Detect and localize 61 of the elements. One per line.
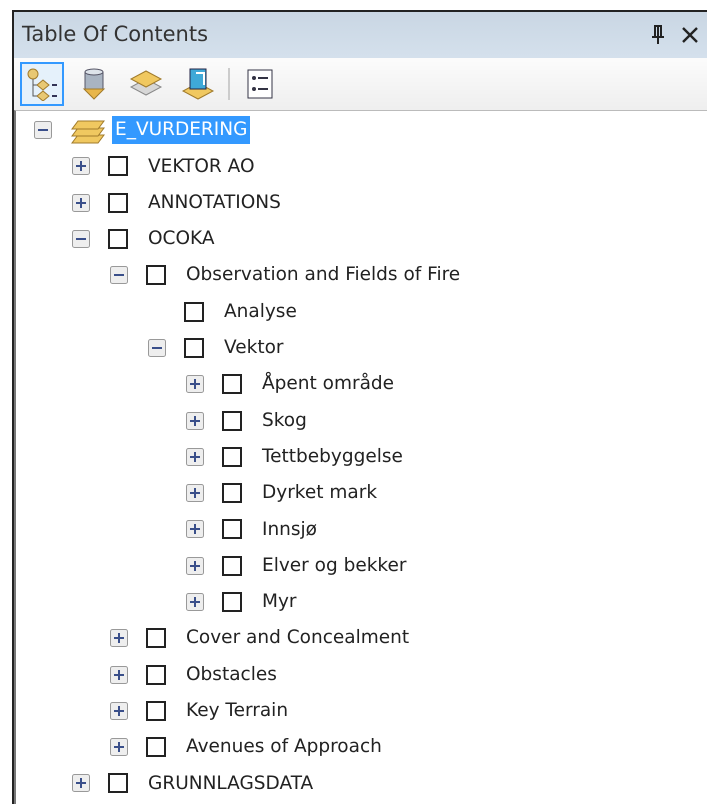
layer-checkbox[interactable] <box>222 374 242 394</box>
layer-checkbox[interactable] <box>222 519 242 540</box>
layer-checkbox[interactable] <box>108 229 128 250</box>
layer-label[interactable]: Obstacles <box>183 660 280 688</box>
options-list-icon <box>246 69 274 99</box>
list-by-drawing-order-icon <box>25 67 59 101</box>
layer-checkbox[interactable] <box>146 737 166 758</box>
layer-checkbox[interactable] <box>146 628 166 648</box>
collapse-icon[interactable] <box>148 338 166 357</box>
layer-checkbox[interactable] <box>108 156 128 176</box>
expand-icon[interactable] <box>110 666 128 684</box>
layer-label[interactable]: Myr <box>259 588 300 616</box>
layer-checkbox[interactable] <box>184 338 204 358</box>
layer-label[interactable]: Tettbebyggelse <box>259 442 406 471</box>
expand-icon[interactable] <box>72 194 90 212</box>
expand-icon[interactable] <box>72 774 90 792</box>
list-by-drawing-order-button[interactable] <box>20 62 64 106</box>
expand-icon[interactable] <box>110 702 128 720</box>
layer-label[interactable]: Key Terrain <box>183 697 292 725</box>
expand-icon[interactable] <box>186 520 204 538</box>
close-icon[interactable] <box>681 26 699 44</box>
layer-checkbox[interactable] <box>222 556 242 576</box>
layer-checkbox[interactable] <box>222 592 242 612</box>
expand-icon[interactable] <box>186 484 204 502</box>
expand-icon[interactable] <box>186 412 204 430</box>
layer-label[interactable]: Innsjø <box>259 516 320 544</box>
collapse-icon[interactable] <box>110 266 128 284</box>
expand-icon[interactable] <box>186 448 204 466</box>
expand-icon[interactable] <box>110 738 128 756</box>
layer-label[interactable]: ANNOTATIONS <box>145 188 284 217</box>
layer-label[interactable]: Avenues of Approach <box>183 733 385 762</box>
expand-icon[interactable] <box>110 629 128 648</box>
collapse-icon[interactable] <box>72 230 90 248</box>
layer-label[interactable]: Skog <box>259 406 310 434</box>
layer-checkbox[interactable] <box>146 700 166 721</box>
layer-label[interactable]: Observation and Fields of Fire <box>183 261 464 290</box>
layer-label[interactable]: Dyrket mark <box>259 479 380 507</box>
layer-label[interactable]: Cover and Concealment <box>183 624 412 652</box>
layer-checkbox[interactable] <box>108 192 128 213</box>
collapse-icon[interactable] <box>34 121 52 140</box>
layer-selection-icon <box>181 67 215 101</box>
layer-checkbox[interactable] <box>222 483 242 504</box>
expand-icon[interactable] <box>186 375 204 394</box>
layer-label[interactable]: Analyse <box>221 298 300 326</box>
layer-label[interactable]: OCOKA <box>145 225 218 253</box>
layer-label[interactable]: GRUNNLAGSDATA <box>145 770 316 798</box>
layer-checkbox[interactable] <box>222 410 242 431</box>
expand-icon[interactable] <box>186 556 204 575</box>
layer-checkbox[interactable] <box>146 265 166 286</box>
layer-label[interactable]: Åpent område <box>259 370 398 398</box>
layer-checkbox[interactable] <box>222 446 242 467</box>
expand-icon[interactable] <box>186 593 204 611</box>
layer-checkbox[interactable] <box>146 664 166 685</box>
expand-icon[interactable] <box>72 157 90 176</box>
layer-label[interactable]: VEKTOR AO <box>145 152 258 180</box>
layer-label[interactable]: Elver og bekker <box>259 552 410 580</box>
layer-checkbox[interactable] <box>108 773 128 794</box>
pin-icon[interactable] <box>651 25 665 45</box>
window-title: Table Of Contents <box>22 21 208 48</box>
layer-checkbox[interactable] <box>184 302 204 322</box>
layer-label[interactable]: Vektor <box>221 334 286 362</box>
